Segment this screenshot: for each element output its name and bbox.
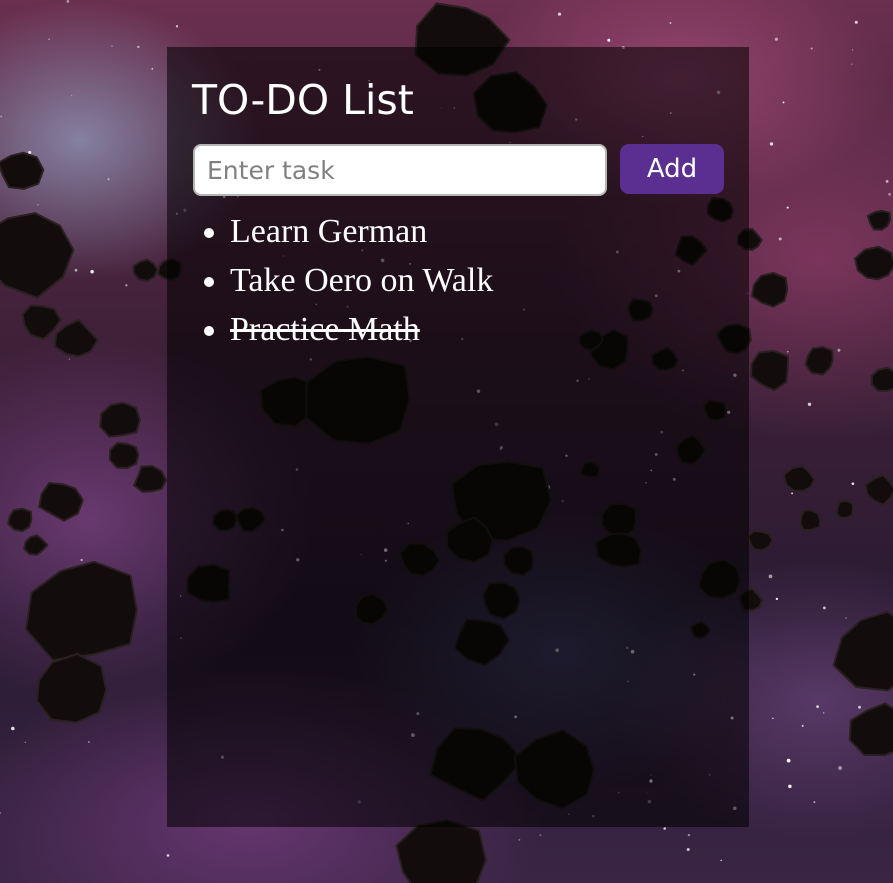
star: [838, 766, 842, 770]
asteroid: [866, 209, 892, 231]
star: [11, 726, 15, 731]
star: [786, 206, 789, 209]
asteroid: [835, 499, 854, 519]
asteroid: [870, 366, 893, 392]
star: [68, 358, 71, 360]
star: [775, 597, 779, 601]
asteroid: [395, 819, 487, 883]
star: [801, 724, 804, 727]
asteroid: [38, 481, 84, 522]
star: [851, 49, 854, 51]
star: [769, 142, 774, 146]
star: [845, 617, 847, 619]
star: [107, 178, 110, 181]
asteroid: [750, 349, 790, 392]
star: [686, 848, 690, 851]
task-input[interactable]: [193, 144, 607, 196]
star: [888, 192, 891, 196]
asteroid: [99, 401, 142, 438]
star: [807, 402, 812, 407]
star: [663, 827, 666, 830]
star: [669, 22, 672, 24]
star: [788, 784, 792, 789]
task-item[interactable]: Learn German: [230, 207, 493, 256]
star: [88, 741, 90, 743]
star: [166, 854, 170, 857]
asteroid: [751, 271, 789, 308]
star: [885, 180, 889, 183]
star: [90, 270, 94, 274]
asteroid: [832, 610, 893, 692]
add-task-button[interactable]: Add: [620, 144, 724, 194]
star: [151, 68, 154, 70]
star: [823, 712, 825, 714]
asteroid: [108, 441, 140, 469]
star: [816, 705, 819, 708]
asteroid: [864, 473, 893, 507]
task-item[interactable]: Take Oero on Walk: [230, 256, 493, 305]
asteroid: [35, 652, 108, 724]
star: [37, 203, 39, 206]
task-item[interactable]: Practice Math: [230, 305, 493, 354]
asteroid: [853, 245, 893, 281]
star: [0, 812, 1, 814]
star: [71, 94, 73, 97]
asteroid: [0, 212, 75, 299]
star: [823, 606, 826, 610]
asteroid: [799, 509, 822, 532]
asteroid: [804, 345, 834, 376]
asteroid: [0, 151, 45, 190]
star: [24, 741, 26, 743]
asteroid: [747, 529, 774, 552]
star: [772, 717, 774, 720]
star: [778, 237, 782, 241]
asteroid: [53, 318, 99, 358]
star: [687, 833, 691, 837]
star: [768, 574, 773, 579]
task-item-text: Take Oero on Walk: [230, 262, 494, 299]
star: [720, 859, 722, 862]
star: [48, 38, 50, 40]
todo-panel: TO-DO List Add Learn German Take Oero on…: [167, 47, 749, 827]
task-item-text: Learn German: [230, 213, 428, 250]
asteroid: [132, 258, 159, 283]
star: [518, 838, 521, 841]
star: [837, 348, 841, 352]
star: [607, 38, 611, 42]
star: [125, 284, 128, 287]
star: [557, 12, 562, 16]
star: [539, 834, 542, 836]
star: [850, 63, 853, 65]
star: [858, 705, 861, 709]
page-title: TO-DO List: [192, 76, 414, 124]
asteroid: [21, 304, 62, 341]
asteroid: [7, 507, 33, 533]
star: [80, 558, 83, 562]
asteroid: [24, 560, 138, 662]
star: [782, 101, 785, 104]
task-item-text: Practice Math: [230, 311, 420, 348]
star: [851, 482, 855, 486]
star: [111, 45, 113, 47]
star: [774, 37, 778, 41]
star: [854, 20, 858, 24]
star: [137, 45, 140, 49]
task-list: Learn German Take Oero on Walk Practice …: [192, 207, 493, 354]
asteroid: [782, 465, 816, 493]
star: [791, 492, 794, 495]
asteroid: [132, 465, 168, 493]
asteroid: [22, 534, 49, 556]
asteroid: [848, 702, 893, 757]
star: [786, 758, 791, 763]
star: [786, 350, 789, 353]
star: [74, 268, 78, 272]
task-entry-row: Add: [193, 144, 725, 196]
star: [0, 115, 3, 118]
star: [175, 25, 179, 28]
star: [66, 0, 70, 3]
star: [813, 801, 816, 804]
star: [810, 47, 813, 50]
